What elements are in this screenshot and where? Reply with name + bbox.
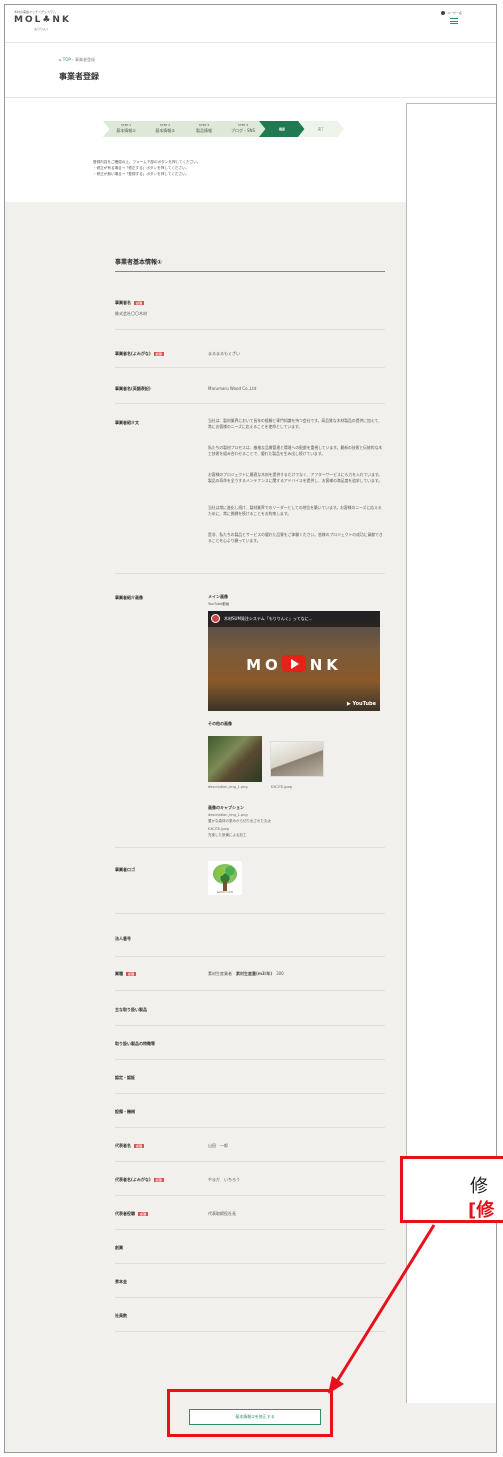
user-name[interactable]: ユーザー名 [441,11,462,15]
label-main-products: 主な取り扱い製品 [115,1007,147,1012]
row-divider [115,573,385,574]
label-corp-number: 法人番号 [115,936,131,941]
step-4: STEP 4 ブログ・SNS [220,121,266,137]
youtube-logo-icon[interactable]: ▶ YouTube [347,701,376,707]
caption-label: 画像のキャプション [208,805,244,810]
required-badge: 必須 [134,301,145,305]
site-logo[interactable]: MOL♣NK [14,15,71,25]
caption-text: 豊かな森林の恵みから切り出された丸太 [208,819,271,823]
section-title: 事業者基本情報① [115,259,163,266]
annotation-highlight-box [167,1389,333,1437]
other-images-label: その他の画像 [208,721,232,726]
row-divider [115,1263,385,1264]
value-rep-title: 代表取締役社長 [208,1211,236,1216]
intro-paragraph: 当社は常に進化し続け、製材業界でのリーダーとしての地位を築いています。お客様のニ… [208,505,382,516]
other-image-logs [208,736,262,782]
channel-avatar[interactable] [211,614,220,623]
row-divider [115,847,385,848]
row-divider [115,913,385,914]
logo-text: 株式会社〇〇木材 [216,892,233,894]
step-complete: 完了 [298,121,344,137]
company-logo: 株式会社〇〇木材 [208,861,242,895]
value-company-kana: まるまるもくざい [208,351,240,356]
image-filename: EXCITE.jpeg [271,785,292,789]
value-company-name: 株式会社〇〇木材 [115,311,147,316]
page-title: 事業者登録 [59,72,99,81]
video-title[interactable]: 木材SUM発注システム「もりりんく」ってなに... [224,616,312,622]
divider [5,97,496,98]
label-intro: 事業者紹介文 [115,420,139,425]
step-progress: STEP 1 基本情報① STEP 2 基本情報② STEP 3 製品情報 STEP … [103,121,373,137]
caption-text: description_img_1.png [208,813,248,817]
intro-paragraph: 当社は、製材業界において長年の経験と専門知識を持つ会社です。高品質な木材製品の提… [208,418,382,429]
row-divider [115,1195,385,1196]
value-business: 素材生産業者 素材生産量(m3/年) 300 [208,971,284,976]
breadcrumb-current: 事業者登録 [75,57,95,62]
value-rep-kana: やまだ いちろう [208,1177,240,1182]
section-divider [115,271,385,272]
breadcrumb-separator: › [72,57,74,62]
annotation-callout-text-red: [修 [468,1200,495,1221]
step-1: STEP 1 基本情報① [103,121,149,137]
row-divider [115,403,385,404]
step-confirm-active: 確認 [259,121,305,137]
label-capital: 資本金 [115,1279,127,1284]
intro-paragraph: 是非、私たちの製品とサービスの優れた品質をご体験ください。皆様のプロジェクトの成… [208,532,383,543]
label-rep-title: 代表者役職 必須 [115,1211,149,1216]
image-filename: description_img_1.png [208,785,248,789]
row-divider [115,1127,385,1128]
label-equipment: 設備・機械 [115,1109,135,1114]
row-divider [115,1331,385,1332]
step-3: STEP 3 製品情報 [181,121,227,137]
row-divider [115,1025,385,1026]
label-rep-kana: 代表者名(よみがな) 必須 [115,1177,164,1182]
browser-frame: 木材の需給マッチングシステム MOL♣NK もりりんく ユーザー名 ⌂ TOP … [4,4,497,1453]
breadcrumb-home[interactable]: ⌂ TOP [59,57,71,62]
other-image-facility [270,741,324,777]
label-logo: 事業者ロゴ [115,867,135,872]
row-divider [115,367,385,368]
row-divider [115,956,385,957]
annotation-callout-text: 修 [470,1176,488,1197]
label-employees: 社員数 [115,1313,127,1318]
label-company-name: 事業者名 必須 [115,300,145,305]
intro-paragraph: お客様のプロジェクトに最適な木材を提供するだけでなく、アフターサービスにも力を入… [208,472,383,483]
value-company-en: Marumaru Wood Co.,Ltd [208,386,257,391]
youtube-label: YouTube動画 [208,602,230,606]
hamburger-menu-icon[interactable] [450,18,458,24]
instructions: 登録内容をご確認の上、フォーム下部のボタンを押してください。 ・修正が有る場合→… [93,160,201,176]
row-divider [115,1229,385,1230]
row-divider [115,329,385,330]
caption-text: EXCITE.jpeg [208,827,229,831]
main-image-label: メイン画像 [208,594,228,599]
breadcrumb: ⌂ TOP › 事業者登録 [59,57,95,63]
intro-paragraph: 私たちの製材プロセスは、厳格な品質管理と環境への配慮を重視しています。最新の技術… [208,445,383,456]
logo-reading: もりりんく [34,27,50,31]
label-rep-name: 代表者名 必須 [115,1143,145,1148]
step-2: STEP 2 基本情報② [142,121,188,137]
row-divider [115,1093,385,1094]
label-company-kana: 事業者名(よみがな) 必須 [115,351,164,356]
row-divider [115,1297,385,1298]
row-divider [115,990,385,991]
youtube-video-player[interactable]: 木材SUM発注システム「もりりんく」ってなに... MO NK ▶ YouTube [208,611,380,711]
value-rep-name: 山田 一郎 [208,1143,228,1148]
label-certs: 認定・認証 [115,1075,135,1080]
row-divider [115,1059,385,1060]
label-business: 業種 必須 [115,971,137,976]
label-founded: 創業 [115,1245,123,1250]
play-button-icon[interactable] [282,655,306,672]
row-divider [115,1161,385,1162]
label-features: 取り扱い製品の特徴等 [115,1041,155,1046]
caption-text: 充実した設備による加工 [208,833,247,837]
label-intro-image: 事業者紹介画像 [115,595,143,600]
logo-tagline: 木材の需給マッチングシステム [14,10,56,14]
site-header: 木材の需給マッチングシステム MOL♣NK もりりんく ユーザー名 [5,5,496,43]
label-company-en: 事業者名(英語表記) [115,386,151,391]
